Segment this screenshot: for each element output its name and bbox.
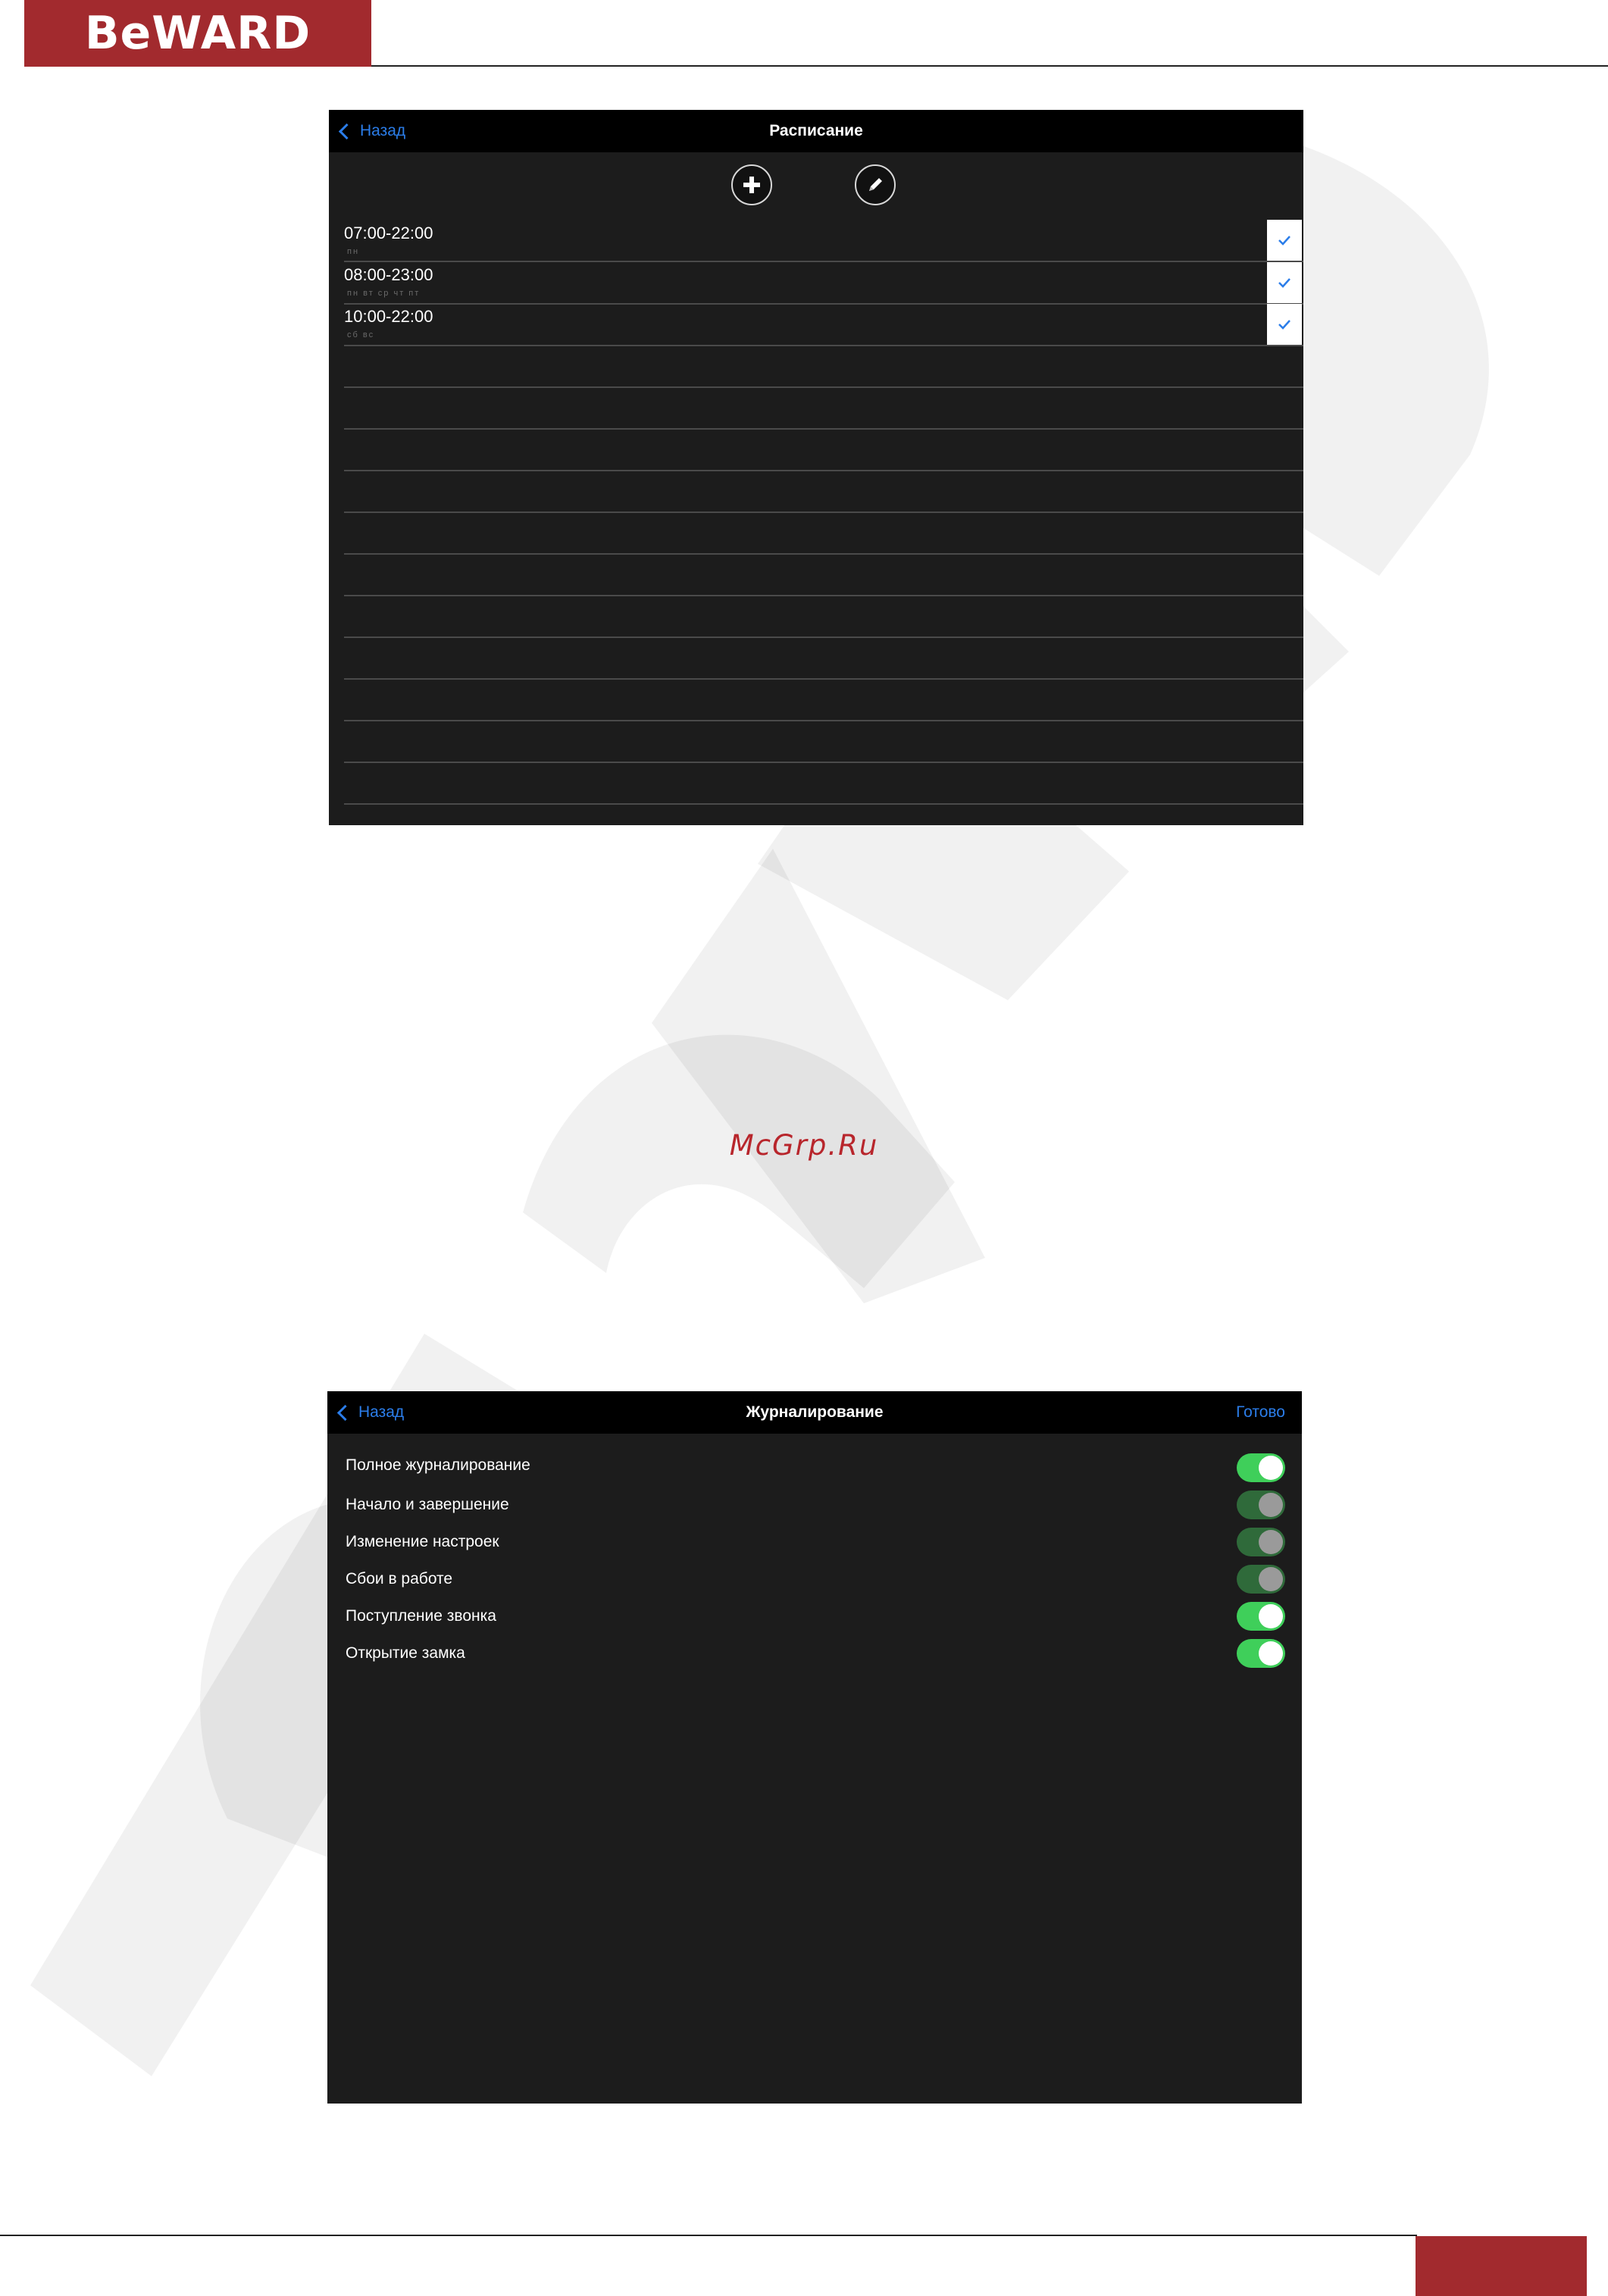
row-divider: [344, 470, 1303, 471]
schedule-row-time[interactable]: 10:00-22:00: [344, 307, 433, 327]
footer-page-box: [1416, 2236, 1587, 2296]
log-toggle-lock-open[interactable]: [1237, 1639, 1285, 1668]
log-toggle-incoming-call[interactable]: [1237, 1602, 1285, 1631]
toggle-knob: [1259, 1604, 1283, 1628]
logging-title: Журналирование: [746, 1403, 884, 1421]
checkmark-icon: [1278, 236, 1290, 246]
schedule-row-days: пн вт ср чт пт: [347, 289, 421, 298]
row-divider: [344, 511, 1303, 513]
row-divider: [344, 803, 1303, 805]
schedule-row-check[interactable]: [1267, 304, 1302, 345]
site-link[interactable]: McGrp.Ru: [0, 1129, 1608, 1162]
schedule-screen: Назад Расписание 07:00-22:00 пн 08:00-23…: [329, 110, 1303, 825]
toggle-knob: [1259, 1493, 1283, 1517]
row-divider: [344, 553, 1303, 555]
row-divider: [344, 428, 1303, 430]
schedule-row-days: пн: [347, 247, 360, 256]
row-divider: [344, 678, 1303, 680]
footer-divider: [0, 2235, 1417, 2236]
log-toggle-failures[interactable]: [1237, 1565, 1285, 1594]
log-option-label: Открытие замка: [346, 1644, 465, 1662]
log-toggle-start-end[interactable]: [1237, 1491, 1285, 1519]
add-schedule-button[interactable]: [731, 164, 772, 205]
log-toggle-full[interactable]: [1237, 1453, 1285, 1482]
logo-text: BeWARD: [84, 7, 311, 60]
log-option-label: Поступление звонка: [346, 1607, 496, 1625]
log-option-label: Начало и завершение: [346, 1496, 509, 1513]
log-option-label: Полное журналирование: [346, 1456, 530, 1474]
log-option-label: Изменение настроек: [346, 1533, 499, 1550]
logging-navbar: Назад Журналирование Готово: [327, 1391, 1302, 1434]
header-divider: [371, 65, 1608, 67]
schedule-row-time[interactable]: 08:00-23:00: [344, 265, 433, 285]
schedule-navbar: Назад Расписание: [329, 110, 1303, 152]
row-divider: [344, 637, 1303, 638]
schedule-row-check[interactable]: [1267, 220, 1302, 261]
schedule-row-days: сб вс: [347, 330, 375, 339]
schedule-row-time[interactable]: 07:00-22:00: [344, 224, 433, 243]
row-divider: [344, 720, 1303, 721]
done-button[interactable]: Готово: [1236, 1391, 1285, 1434]
toggle-knob: [1259, 1567, 1283, 1591]
log-toggle-settings-change[interactable]: [1237, 1528, 1285, 1556]
schedule-title: Расписание: [769, 122, 863, 139]
row-divider: [344, 303, 1303, 305]
toggle-knob: [1259, 1456, 1283, 1480]
toggle-knob: [1259, 1530, 1283, 1554]
checkmark-icon: [1278, 278, 1290, 288]
log-option-label: Сбои в работе: [346, 1570, 453, 1587]
pencil-icon: [869, 178, 882, 191]
checkmark-icon: [1278, 320, 1290, 330]
schedule-row-check[interactable]: [1267, 262, 1302, 303]
row-divider: [344, 595, 1303, 596]
row-divider: [344, 762, 1303, 763]
plus-icon: [743, 177, 760, 193]
brand-logo: BeWARD: [24, 0, 371, 67]
toggle-knob: [1259, 1641, 1283, 1666]
row-divider: [344, 345, 1303, 346]
edit-schedule-button[interactable]: [855, 164, 896, 205]
row-divider: [344, 386, 1303, 388]
logging-screen: Назад Журналирование Готово Полное журна…: [327, 1391, 1302, 2104]
row-divider: [344, 261, 1303, 262]
